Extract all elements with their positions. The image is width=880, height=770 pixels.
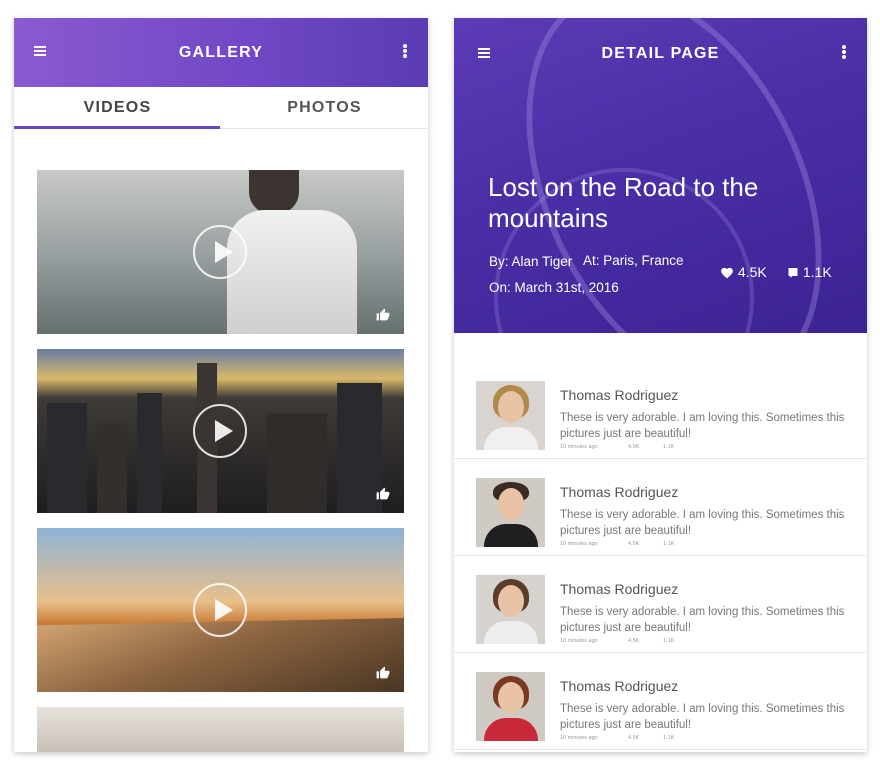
video-card[interactable] <box>37 707 404 752</box>
avatar <box>476 478 545 547</box>
comment-text: These is very adorable. I am loving this… <box>560 703 845 731</box>
comment-item[interactable]: Thomas Rodriguez These is very adorable.… <box>454 362 867 459</box>
page-title: GALLERY <box>178 44 264 61</box>
post-date: On: March 31st, 2016 <box>489 280 619 295</box>
post-headline: Lost on the Road to the mountains <box>488 172 759 233</box>
hero-header: DETAIL PAGE Lost on the Road to the moun… <box>454 18 867 333</box>
heart-icon <box>721 267 733 279</box>
comment-text: These is very adorable. I am loving this… <box>560 509 845 537</box>
comment-replies: 1.1K <box>663 638 675 644</box>
detail-screen: DETAIL PAGE Lost on the Road to the moun… <box>454 18 867 752</box>
comment-author: Thomas Rodriguez <box>560 678 679 694</box>
more-vert-icon[interactable] <box>402 44 408 60</box>
avatar <box>476 575 545 644</box>
gallery-app-bar: GALLERY <box>14 18 428 87</box>
comment-author: Thomas Rodriguez <box>560 581 679 597</box>
tab-bar: VIDEOS PHOTOS <box>14 87 428 129</box>
comment-item[interactable]: Thomas Rodriguez These is very adorable.… <box>454 459 867 556</box>
comment-text: These is very adorable. I am loving this… <box>560 606 845 634</box>
comment-likes: 4.5K <box>628 541 640 547</box>
comment-time: 10 minutes ago <box>560 735 598 741</box>
likes-count: 4.5K <box>737 264 767 280</box>
tab-photos[interactable]: PHOTOS <box>221 87 428 129</box>
page-title: DETAIL PAGE <box>601 45 720 62</box>
play-icon[interactable] <box>193 225 247 279</box>
gallery-screen: GALLERY VIDEOS PHOTOS <box>14 18 428 752</box>
thumbs-up-icon[interactable] <box>376 487 392 501</box>
post-location: At: Paris, France <box>583 253 684 268</box>
play-icon[interactable] <box>193 583 247 637</box>
comment-item[interactable]: Thomas Rodriguez These is very adorable.… <box>454 653 867 750</box>
comment-icon <box>788 268 798 278</box>
avatar <box>476 381 545 450</box>
tab-videos[interactable]: VIDEOS <box>14 87 221 129</box>
comment-likes: 4.5K <box>628 735 640 741</box>
comment-time: 10 minutes ago <box>560 541 598 547</box>
comment-author: Thomas Rodriguez <box>560 484 679 500</box>
comment-replies: 1.1K <box>663 735 675 741</box>
comment-time: 10 minutes ago <box>560 638 598 644</box>
more-vert-icon[interactable] <box>841 45 847 61</box>
comment-replies: 1.1K <box>663 444 675 450</box>
video-card[interactable] <box>37 349 404 513</box>
video-card[interactable] <box>37 528 404 692</box>
thumbs-up-icon[interactable] <box>376 308 392 322</box>
comment-author: Thomas Rodriguez <box>560 387 679 403</box>
comments-count: 1.1K <box>802 264 832 280</box>
thumbs-up-icon[interactable] <box>376 666 392 680</box>
comment-likes: 4.5K <box>628 444 640 450</box>
tab-indicator <box>14 126 220 129</box>
post-author: By: Alan Tiger <box>489 254 573 269</box>
comment-likes: 4.5K <box>628 638 640 644</box>
comment-time: 10 minutes ago <box>560 444 598 450</box>
comments-stat[interactable]: 1.1K <box>787 264 832 280</box>
play-icon[interactable] <box>193 404 247 458</box>
avatar <box>476 672 545 741</box>
likes-stat[interactable]: 4.5K <box>720 264 767 280</box>
comment-replies: 1.1K <box>663 541 675 547</box>
comment-item[interactable]: Thomas Rodriguez These is very adorable.… <box>454 556 867 653</box>
comment-text: These is very adorable. I am loving this… <box>560 412 845 440</box>
video-card[interactable] <box>37 170 404 334</box>
